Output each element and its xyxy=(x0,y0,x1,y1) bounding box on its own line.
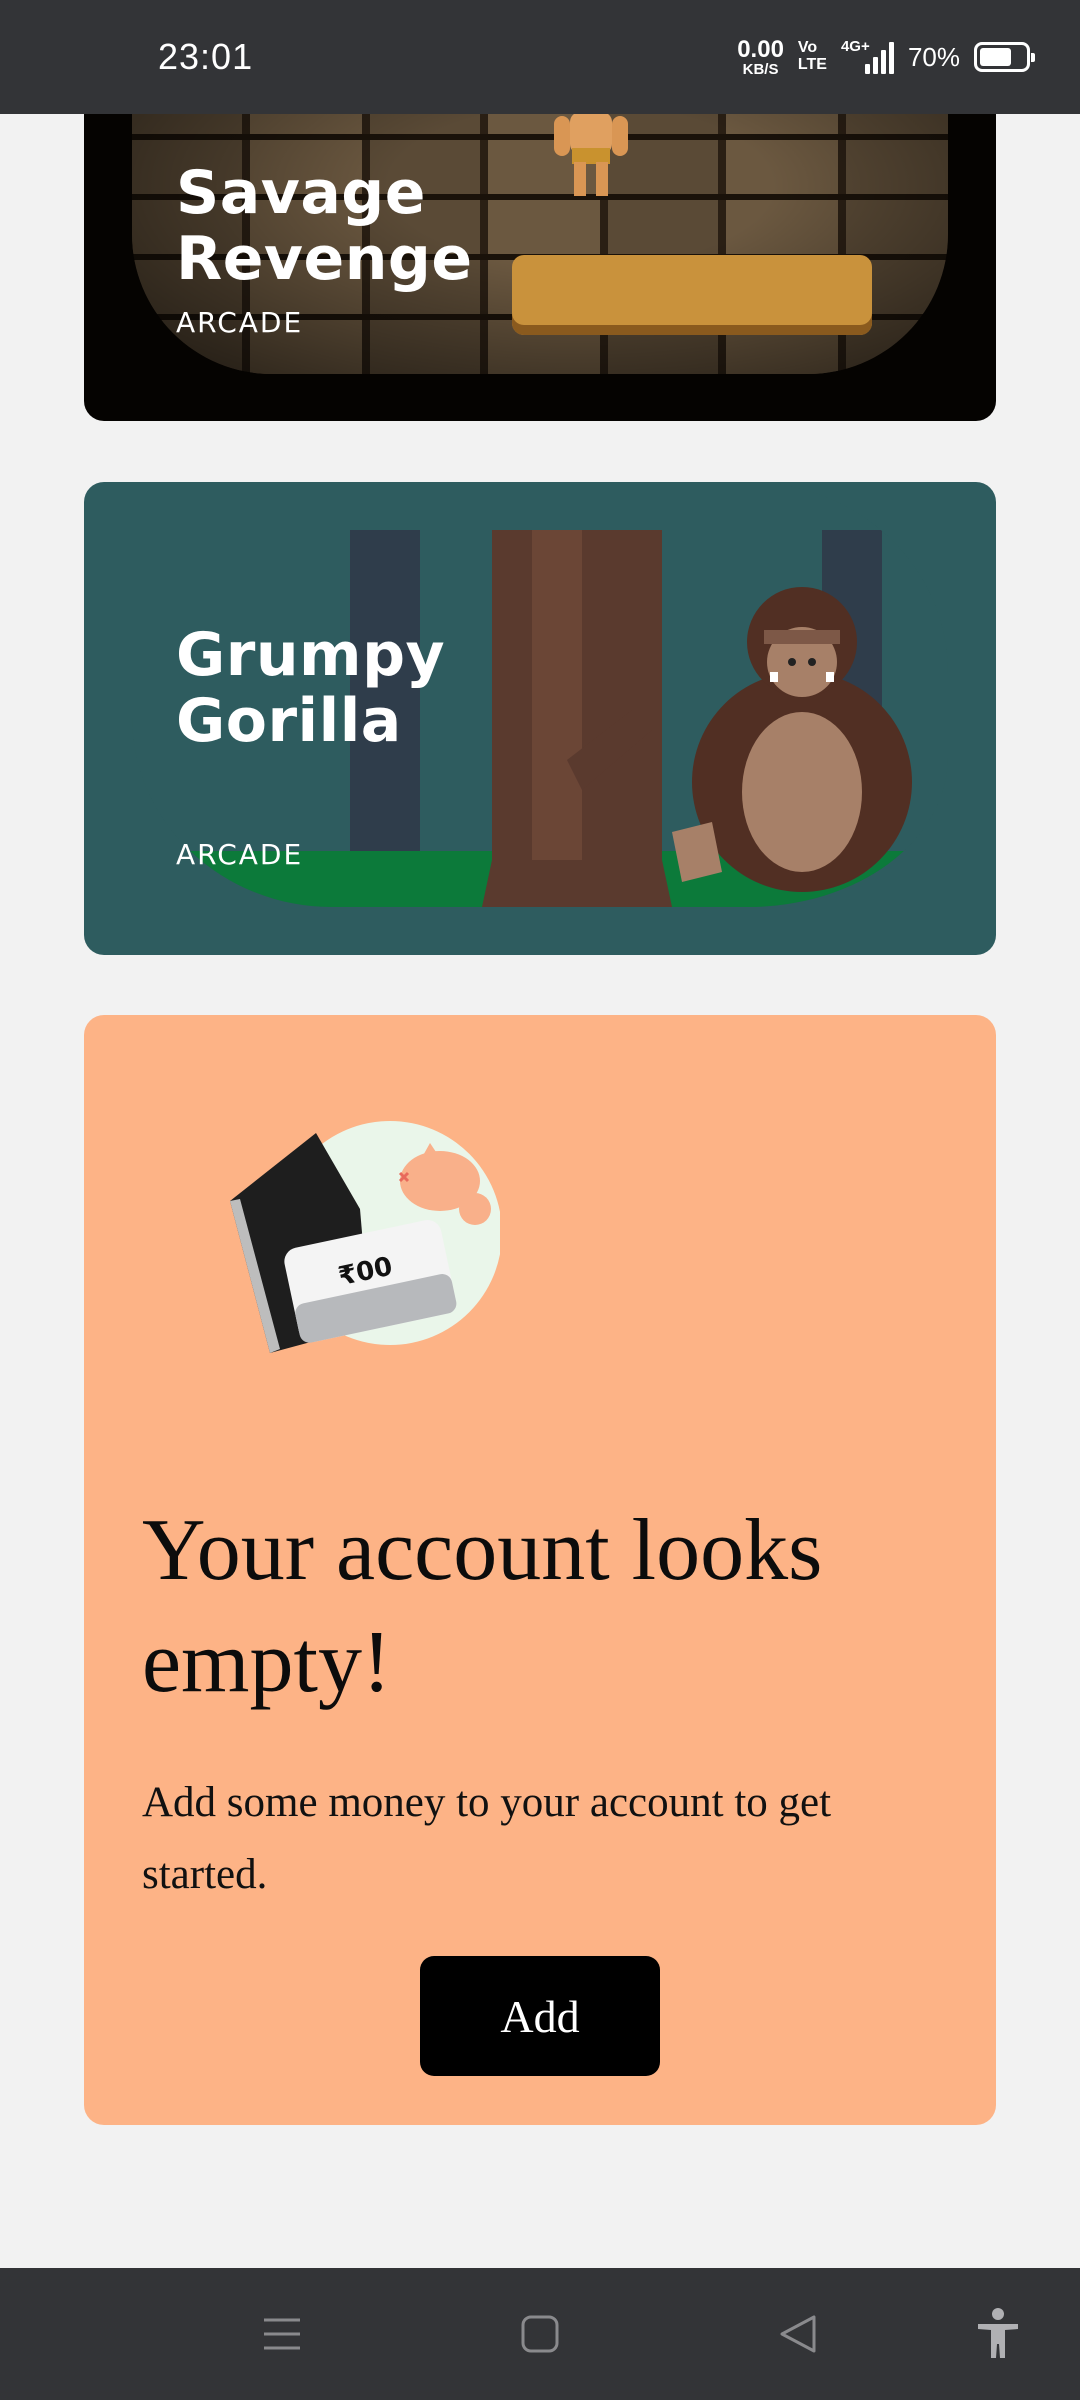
battery-percent: 70% xyxy=(907,41,960,72)
title-line: Gorilla xyxy=(176,686,402,756)
title-line: Grumpy xyxy=(176,620,446,690)
battery-icon xyxy=(974,42,1035,72)
system-nav-bar xyxy=(0,2268,1080,2400)
menu-icon xyxy=(264,2318,300,2350)
tree-trunk-icon xyxy=(482,530,672,907)
net-speed-unit: KB/S xyxy=(742,60,779,78)
gorilla-character-icon xyxy=(672,587,912,892)
volte-bottom: LTE xyxy=(797,56,827,73)
battery-level xyxy=(980,48,1011,66)
status-indicators: 0.00 KB/S Vo LTE 4G+ 70% xyxy=(737,35,1035,78)
net-speed-indicator: 0.00 KB/S xyxy=(737,35,784,78)
back-triangle-icon xyxy=(780,2315,816,2353)
status-bar: 23:01 0.00 KB/S Vo LTE 4G+ 70% xyxy=(0,0,1080,114)
game-genre: ARCADE xyxy=(176,838,304,871)
network-type: 4G+ xyxy=(840,38,870,55)
status-time: 23:01 xyxy=(158,36,254,77)
signal-icon: 4G+ xyxy=(840,38,894,74)
game-card-grumpy-gorilla[interactable]: Grumpy Gorilla ARCADE xyxy=(84,482,996,955)
home-button[interactable] xyxy=(480,2268,600,2400)
volte-top: Vo xyxy=(797,39,818,57)
game-title: Savage Revenge xyxy=(176,160,473,292)
menu-button[interactable] xyxy=(222,2268,342,2400)
home-square-icon xyxy=(521,2315,559,2353)
title-line: Savage xyxy=(176,158,426,228)
accessibility-button[interactable] xyxy=(938,2268,1058,2400)
title-line: Revenge xyxy=(176,224,473,294)
game-card-savage-revenge[interactable]: Savage Revenge ARCADE xyxy=(84,60,996,421)
net-speed-value: 0.00 xyxy=(737,35,784,63)
empty-account-description: Add some money to your account to get st… xyxy=(142,1779,832,1898)
empty-account-card: ₹00 Your account looks empty! Add some m… xyxy=(84,1015,996,2125)
game-genre: ARCADE xyxy=(176,306,304,339)
accessibility-icon xyxy=(978,2308,1018,2358)
empty-account-heading: Your account looks empty! xyxy=(142,1502,823,1711)
add-money-button[interactable]: Add xyxy=(420,1956,660,2076)
volte-icon: Vo LTE xyxy=(797,39,827,74)
game-title: Grumpy Gorilla xyxy=(176,622,445,754)
wallet-piggy-illustration-icon: ₹00 xyxy=(230,1121,500,1353)
back-button[interactable] xyxy=(738,2268,858,2400)
